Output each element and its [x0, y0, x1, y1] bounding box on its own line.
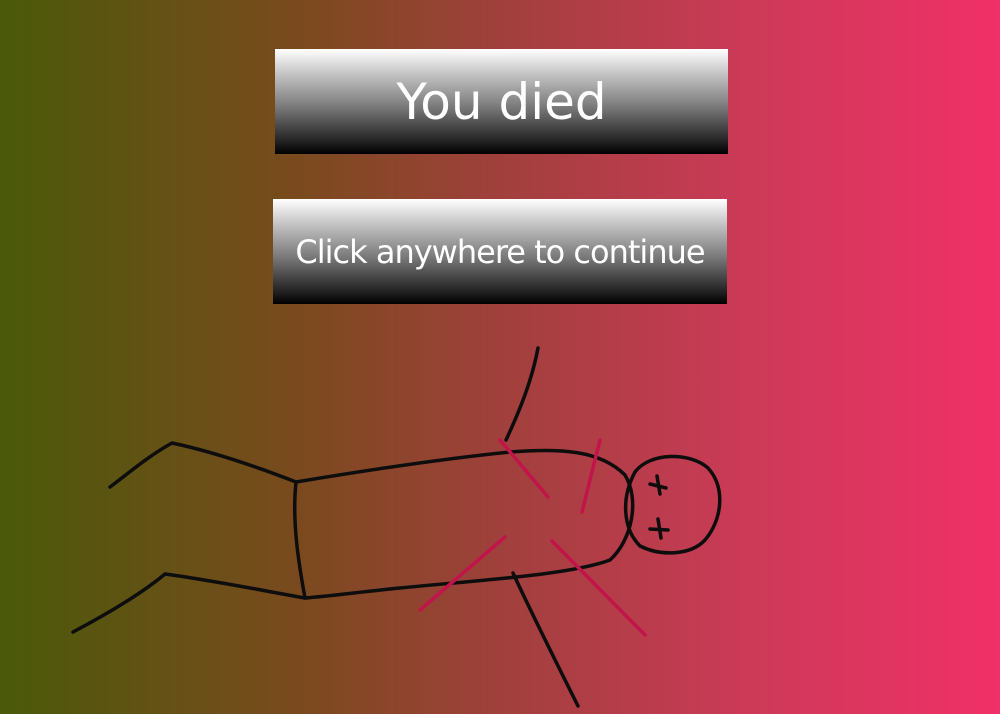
head [623, 454, 722, 555]
eye-left-icon [648, 474, 668, 496]
dead-stick-figure-icon [71, 346, 722, 708]
arm-lower [511, 571, 580, 708]
eye-right-icon [648, 517, 670, 540]
wound-mark-4 [550, 539, 647, 637]
wound-mark-2 [580, 438, 602, 514]
wound-mark-1 [498, 438, 550, 499]
torso [293, 448, 635, 600]
leg-lower [71, 572, 307, 634]
death-screen[interactable]: You died Click anywhere to continue [0, 0, 1000, 714]
leg-upper [108, 441, 298, 489]
arm-upper [504, 346, 540, 442]
wound-mark-3 [418, 535, 507, 612]
